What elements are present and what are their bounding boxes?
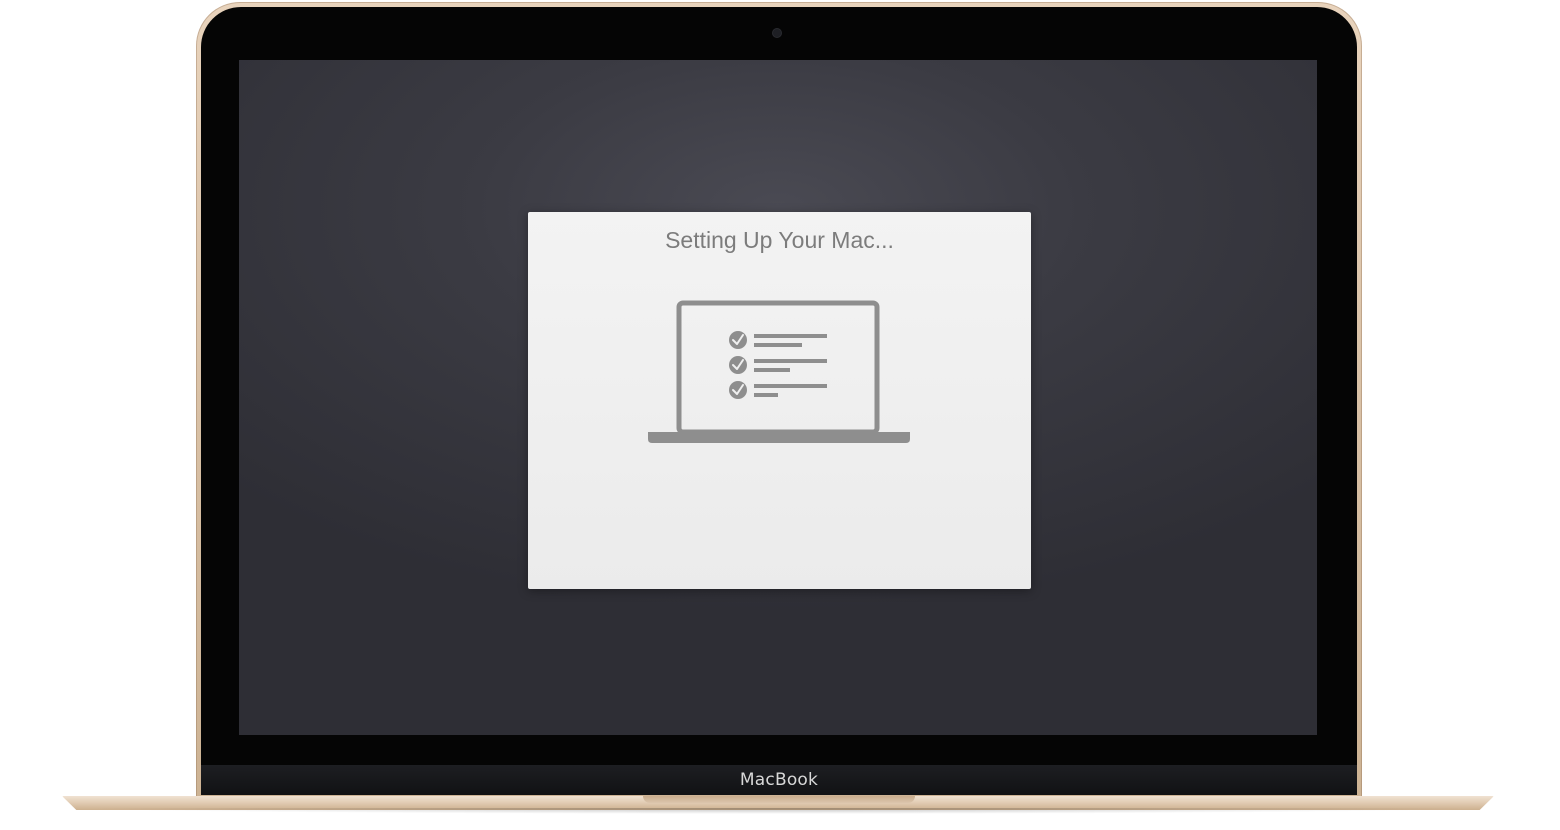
checklist-item (729, 356, 827, 374)
checkmark-circle-icon (729, 381, 747, 399)
macbook-device: Setting Up Your Mac... MacBook (0, 0, 1560, 830)
camera-icon (773, 29, 781, 37)
opening-notch (643, 796, 915, 803)
lower-bezel: MacBook (201, 765, 1357, 795)
checkmark-circle-icon (729, 331, 747, 349)
laptop-checklist-icon (648, 300, 910, 443)
checklist-item (729, 331, 827, 349)
model-label: MacBook (739, 770, 819, 790)
checkmark-circle-icon (729, 356, 747, 374)
screen: Setting Up Your Mac... (239, 60, 1317, 735)
setup-dialog: Setting Up Your Mac... (528, 212, 1031, 589)
checklist-item (729, 381, 827, 399)
dialog-title: Setting Up Your Mac... (665, 227, 894, 253)
base-shadow (90, 808, 1470, 818)
